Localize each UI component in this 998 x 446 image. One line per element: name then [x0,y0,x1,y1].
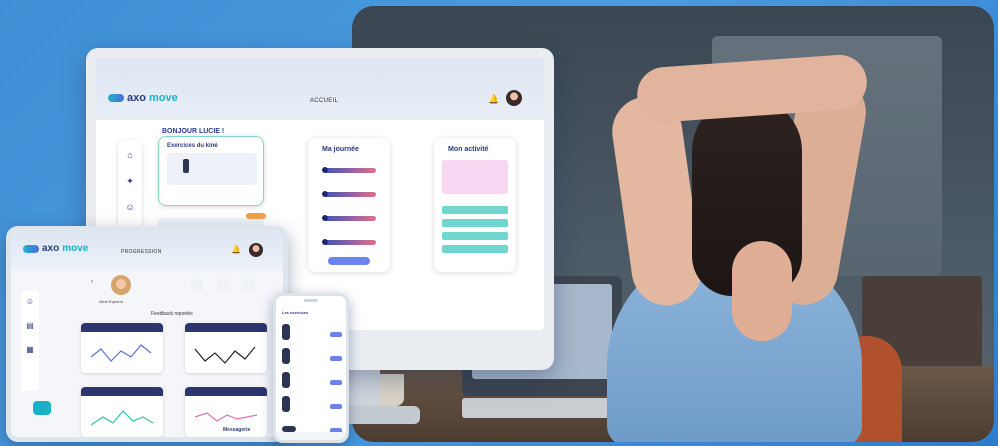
desktop-logo[interactable]: axo move [108,92,178,104]
patient-avatar[interactable] [111,275,131,295]
greeting-title: BONJOUR LUCIE ! [162,128,225,135]
tablet-header: axo move PROGRESSION 🔔 [11,231,283,271]
profile-icon[interactable]: ☺ [125,202,135,212]
validate-button[interactable] [328,257,370,265]
activity-row[interactable] [442,232,508,240]
avatar[interactable] [249,243,263,257]
logo-mark-icon [23,244,39,253]
phone-exercise-row[interactable] [280,370,344,390]
document-icon[interactable]: ▤ [25,321,35,331]
feedback-section-title: Feedback reportés [151,311,193,317]
mood-slider[interactable] [324,216,376,221]
tab-icon-2[interactable] [217,279,229,291]
chevron-left-icon[interactable]: ‹ [91,279,93,285]
tablet-sidebar: ☺ ▤ ▦ [21,291,39,391]
bell-icon[interactable]: 🔔 [231,245,241,254]
chart-line-mood [90,410,154,426]
tablet-device: axo move PROGRESSION 🔔 Aline Equerre ‹ ☺ … [6,226,288,442]
activite-title: Mon activité [448,146,489,153]
tab-icon-1[interactable] [191,279,203,291]
logo-text-a: axo [127,92,146,104]
logo-text-a: axo [42,243,60,254]
profile-icon[interactable]: ☺ [25,297,35,307]
exercise-figure-icon [282,372,290,388]
chart-card-pain[interactable] [81,323,163,373]
chart-card-mood[interactable] [81,387,163,437]
messages-button[interactable]: Messagerie [223,427,250,433]
chart-card-fatigue[interactable] [185,323,267,373]
phone-exercise-row[interactable] [280,322,344,342]
phone-exercise-row[interactable] [280,394,344,414]
motivation-slider[interactable] [324,240,376,245]
activity-row[interactable] [442,245,508,253]
fatigue-slider-knob[interactable] [322,191,328,197]
bell-icon[interactable]: 🔔 [488,94,499,105]
phone-device: Les exercices [273,293,349,443]
exercise-icon[interactable]: ✦ [125,176,135,186]
mascot-icon [33,401,51,415]
tablet-logo[interactable]: axo move [23,243,88,254]
desktop-nav-title: ACCUEIL [310,98,339,104]
exercises-title: Exercices du kiné [167,143,218,149]
start-button[interactable] [330,404,342,409]
avatar[interactable] [506,90,522,106]
start-button[interactable] [330,356,342,361]
mood-slider-knob[interactable] [322,215,328,221]
phone-title: Les exercices [282,310,309,315]
phone-notch [304,299,318,302]
exercise-figure-icon [282,348,290,364]
logo-text-b: move [62,243,89,254]
activite-card: Mon activité [434,138,516,272]
woman-hand [732,241,792,341]
fatigue-slider[interactable] [324,192,376,197]
exercise-figure-icon [183,159,189,173]
chart-line-fatigue [194,346,256,364]
start-button[interactable] [330,332,342,337]
phone-exercise-row[interactable] [280,346,344,366]
tab-icon-3[interactable] [243,279,255,291]
activity-summary [442,160,508,194]
start-button[interactable] [330,380,342,385]
journee-card: Ma journée [308,138,390,272]
journee-title: Ma journée [322,146,359,153]
pain-slider[interactable] [324,168,376,173]
tablet-nav-title: PROGRESSION [121,249,162,255]
activity-row[interactable] [442,206,508,214]
calendar-icon[interactable]: ▦ [25,345,35,355]
home-icon[interactable]: ⌂ [125,150,135,160]
desktop-header: axo move ACCUEIL 🔔 [96,58,544,120]
exercise-figure-icon [282,324,290,340]
patient-name[interactable]: Aline Equerre [99,299,123,304]
exercise-figure-icon [282,396,290,412]
motivation-slider-knob[interactable] [322,239,328,245]
pain-slider-knob[interactable] [322,167,328,173]
exercise-item[interactable] [167,153,257,185]
phone-bottom-nav [276,432,346,440]
chart-line-pain [90,344,152,362]
exercises-card[interactable]: Exercices du kiné [158,136,264,206]
logo-mark-icon [108,94,124,102]
exercise-badge [246,213,266,219]
activity-row[interactable] [442,219,508,227]
logo-text-b: move [148,92,178,104]
